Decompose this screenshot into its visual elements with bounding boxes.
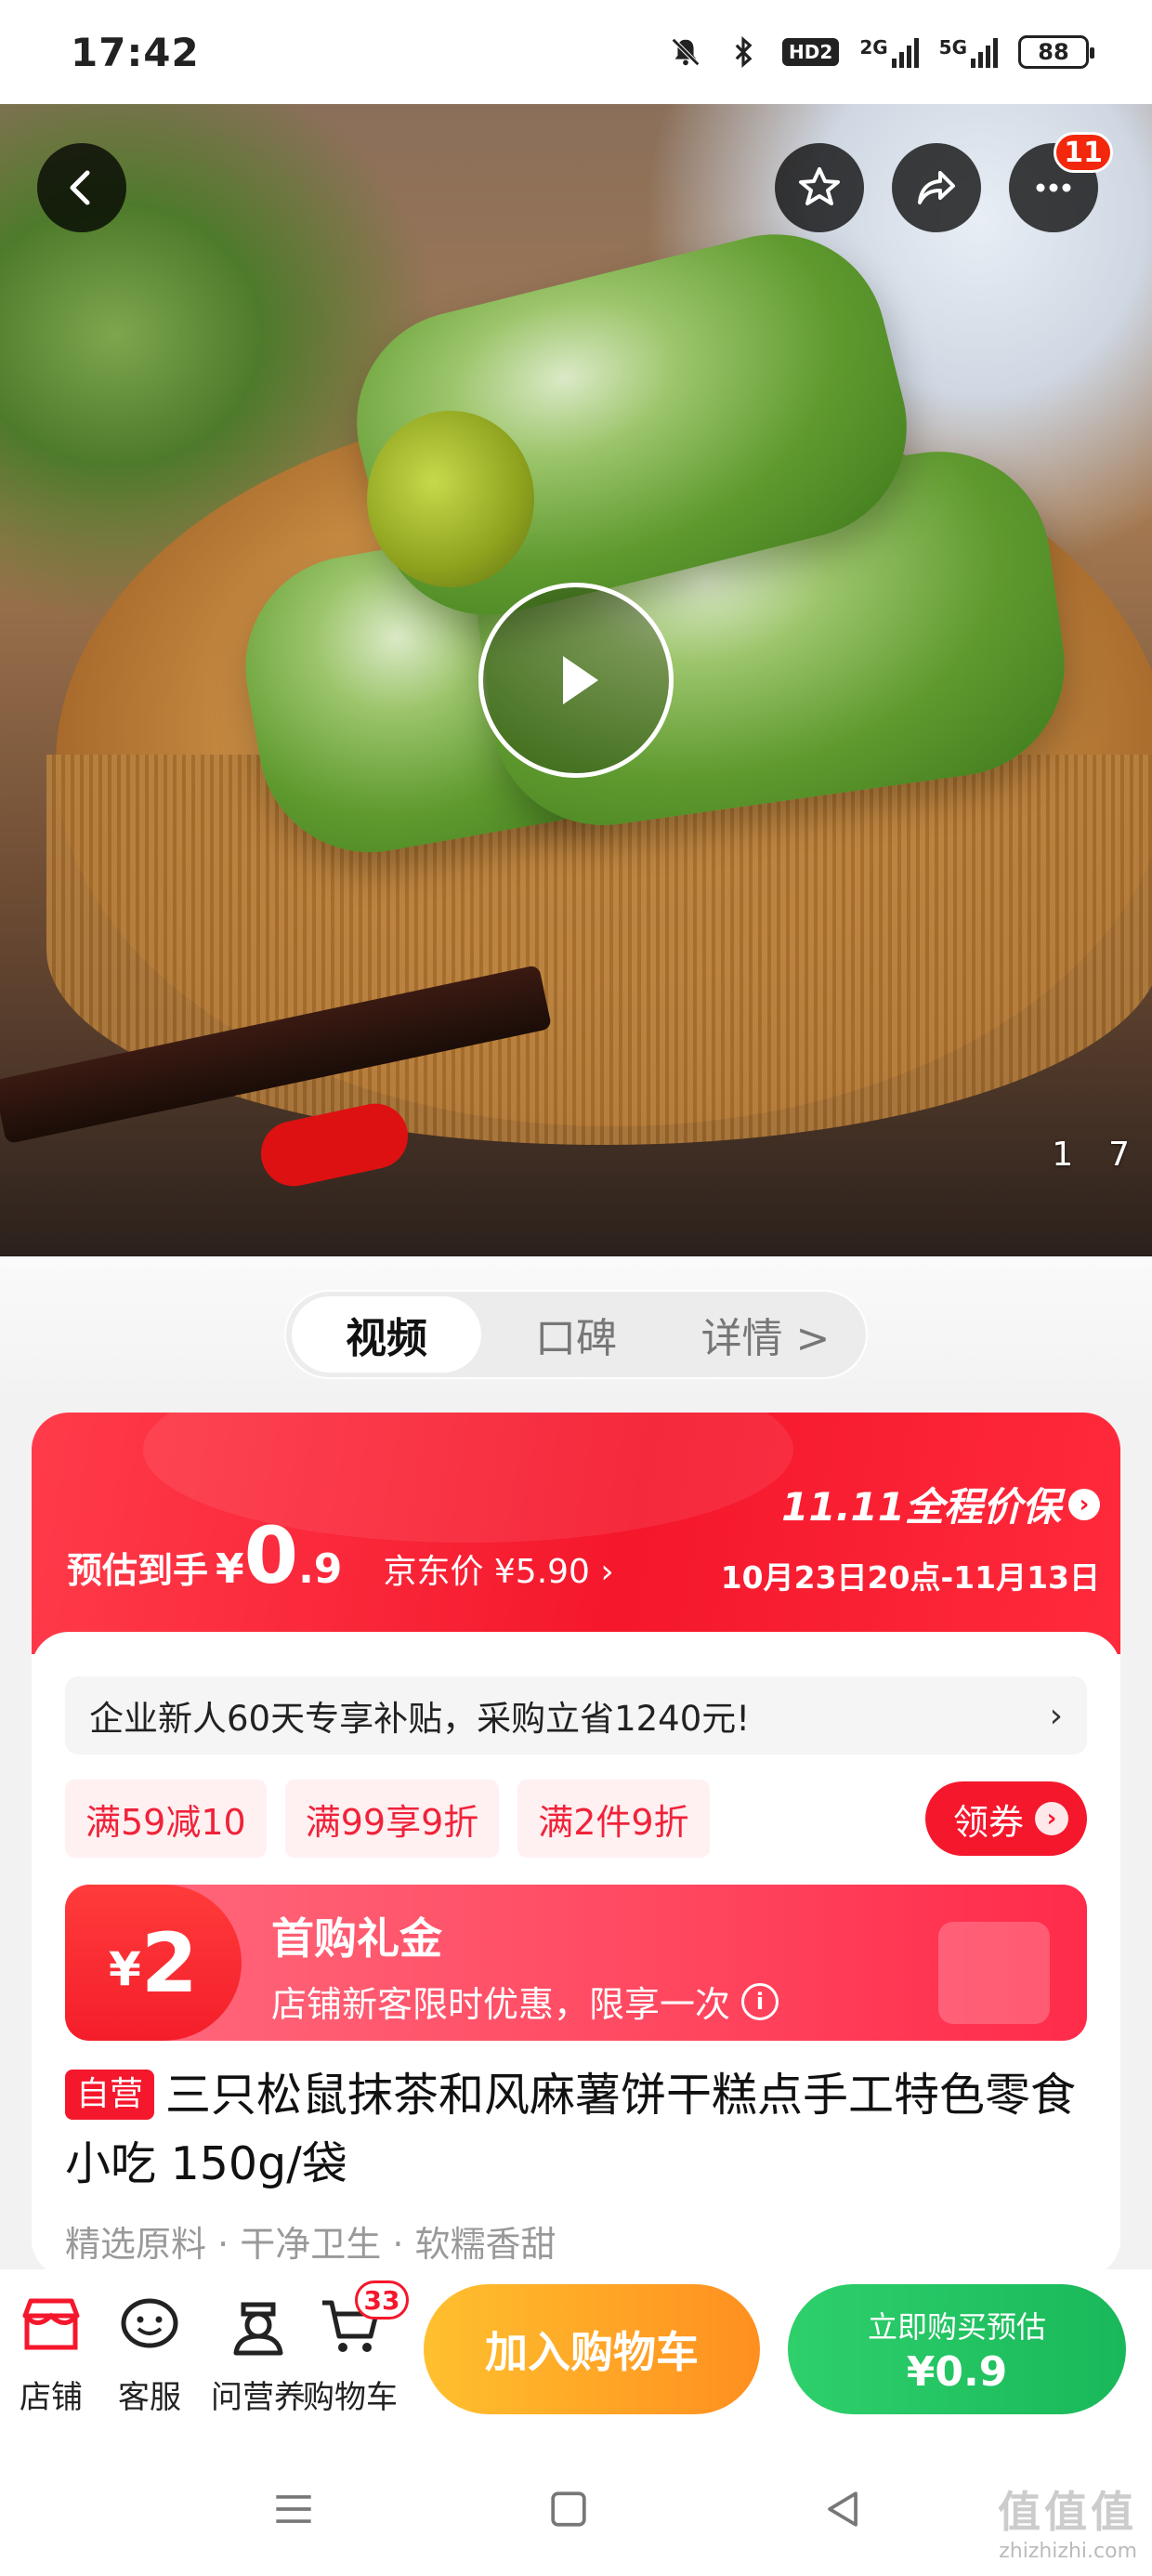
gift-amount: ¥ 2 (65, 1885, 242, 2041)
cart-count-badge: 33 (355, 2280, 409, 2320)
gift-description-text: 店铺新客限时优惠，限享一次 (271, 1984, 731, 2025)
share-icon (918, 171, 955, 204)
gift-title: 首购礼金 (271, 1913, 442, 1964)
back-nav-button[interactable] (806, 2472, 881, 2546)
status-bar: 17:42 HD2 2G 5G 88 (0, 0, 1152, 104)
price-band: 预估到手 ¥ 0 .9 京东价 ¥5.90 › 11.11全程价保 › 10月2… (32, 1413, 1120, 1654)
gift-box-icon (938, 1922, 1050, 2024)
watermark: 值值值 zhizhizhi.com (998, 2478, 1137, 2563)
gift-description: 店铺新客限时优惠，限享一次 i (271, 1976, 779, 2027)
back-button[interactable] (37, 143, 126, 232)
back-triangle-icon (828, 2491, 857, 2527)
cart-label: 购物车 (303, 2379, 398, 2416)
chat-icon (121, 2298, 178, 2348)
hd-icon: HD2 (782, 38, 840, 66)
content-tabs: 视频 口碑 详情 > (284, 1290, 868, 1379)
menu-icon (276, 2495, 311, 2523)
favorite-button[interactable] (775, 143, 864, 232)
status-icons: HD2 2G 5G 88 (667, 33, 1094, 71)
gift-currency: ¥ (108, 1942, 141, 1996)
system-nav-bar: 值值值 zhizhizhi.com (0, 2440, 1152, 2576)
info-icon[interactable]: i (741, 1982, 779, 2020)
nutrition-advice-label: 问营养 (211, 2379, 306, 2416)
mute-bell-icon (667, 33, 704, 71)
tabs-area: 视频 口碑 详情 > (0, 1256, 1152, 1405)
battery-icon: 88 (1018, 35, 1094, 69)
watermark-logo: 值值值 (998, 2487, 1137, 2537)
play-video-button[interactable] (478, 583, 674, 778)
image-pager: 1 7 (1052, 1136, 1130, 1174)
pager-current: 1 (1052, 1136, 1074, 1174)
back-icon (70, 170, 90, 205)
promo-title: 11.11全程价保 › (721, 1476, 1100, 1532)
estimated-price-label: 预估到手 (67, 1550, 209, 1591)
buy-now-label: 立即购买预估 (867, 2308, 1046, 2345)
bluetooth-icon (725, 33, 762, 71)
chevron-right-icon: › (1049, 1696, 1063, 1735)
jd-price-link[interactable]: 京东价 ¥5.90 › (383, 1544, 613, 1593)
mochi-filling-image-part (367, 411, 534, 587)
price-integer: 0 (243, 1510, 299, 1601)
menu-button[interactable] (256, 2472, 331, 2546)
get-coupon-label: 领券 (952, 1801, 1024, 1843)
coupon-tag[interactable]: 满99享9折 (284, 1780, 500, 1858)
get-coupon-button[interactable]: 领券 › (924, 1781, 1087, 1856)
promo-title-text: 11.11全程价保 (781, 1484, 1061, 1530)
chevron-right-icon: › (1068, 1488, 1100, 1520)
self-operated-badge: 自营 (65, 2070, 155, 2120)
message-count-badge: 11 (1054, 132, 1113, 173)
status-time: 17:42 (71, 29, 200, 75)
subsidy-text: 企业新人60天专享补贴，采购立省1240元! (89, 1699, 751, 1739)
cart-button[interactable]: 33 购物车 (299, 2280, 409, 2417)
price-decimal: .9 (298, 1545, 343, 1593)
watermark-url: zhizhizhi.com (999, 2540, 1137, 2563)
home-button[interactable] (531, 2472, 606, 2546)
store-icon (22, 2298, 80, 2350)
gift-value: 2 (140, 1914, 199, 2011)
signal-icon: 5G (939, 36, 998, 68)
buy-now-price: ¥0.9 (906, 2347, 1008, 2396)
price-protection-promo[interactable]: 11.11全程价保 › 10月23日20点-11月13日 (721, 1476, 1100, 1597)
pager-total: 7 (1108, 1136, 1130, 1174)
product-title-text: 三只松鼠抹茶和风麻薯饼干糕点手工特色零食小吃 150g/袋 (65, 2069, 1077, 2190)
product-title: 自营 三只松鼠抹茶和风麻薯饼干糕点手工特色零食小吃 150g/袋 (65, 2061, 1087, 2199)
product-card: 预估到手 ¥ 0 .9 京东价 ¥5.90 › 11.11全程价保 › 10月2… (32, 1413, 1120, 2277)
chevron-right-icon: › (1035, 1802, 1068, 1835)
coupon-row: 满59减10 满99享9折 满2件9折 领券 › (65, 1779, 1087, 1859)
product-subtitle: 精选原料 · 干净卫生 · 软糯香甜 (65, 2224, 556, 2265)
promo-date: 10月23日20点-11月13日 (720, 1559, 1100, 1596)
coupon-tag[interactable]: 满59减10 (65, 1780, 267, 1858)
tab-reviews[interactable]: 口碑 (481, 1296, 671, 1373)
estimated-price: 预估到手 ¥ 0 .9 京东价 ¥5.90 › (67, 1517, 614, 1595)
store-button[interactable]: 店铺 (0, 2288, 102, 2417)
card-body: 企业新人60天专享补贴，采购立省1240元! › 满59减10 满99享9折 满… (32, 1632, 1120, 2277)
nutritionist-icon (233, 2302, 283, 2356)
store-label: 店铺 (20, 2379, 83, 2416)
tab-details[interactable]: 详情 > (671, 1296, 860, 1373)
network-type-label: 5G (938, 36, 967, 59)
signal-icon: 2G (859, 36, 919, 68)
first-purchase-gift-banner[interactable]: ¥ 2 首购礼金 店铺新客限时优惠，限享一次 i (65, 1885, 1087, 2041)
add-to-cart-button[interactable]: 加入购物车 (424, 2284, 760, 2414)
play-icon (563, 656, 598, 704)
buy-now-button[interactable]: 立即购买预估 ¥0.9 (788, 2284, 1126, 2414)
coupon-tag[interactable]: 满2件9折 (517, 1780, 710, 1858)
subsidy-banner[interactable]: 企业新人60天专享补贴，采购立省1240元! › (65, 1676, 1087, 1755)
more-button[interactable]: 11 (1009, 132, 1113, 232)
share-button[interactable] (892, 143, 981, 232)
bottom-action-bar: 店铺 客服 问营养 33 购物车 加入购物车 立即购买预估 ¥0.9 (0, 2269, 1152, 2440)
network-type-label: 2G (859, 36, 888, 59)
customer-service-button[interactable]: 客服 (98, 2288, 201, 2417)
star-icon (799, 167, 840, 205)
product-image[interactable]: 11 1 7 (0, 104, 1152, 1256)
price-currency: ¥ (216, 1545, 244, 1593)
tab-video[interactable]: 视频 (292, 1296, 481, 1373)
chopstick-rest-image-part (255, 1097, 414, 1192)
customer-service-label: 客服 (118, 2379, 181, 2416)
home-square-icon (551, 2491, 586, 2527)
